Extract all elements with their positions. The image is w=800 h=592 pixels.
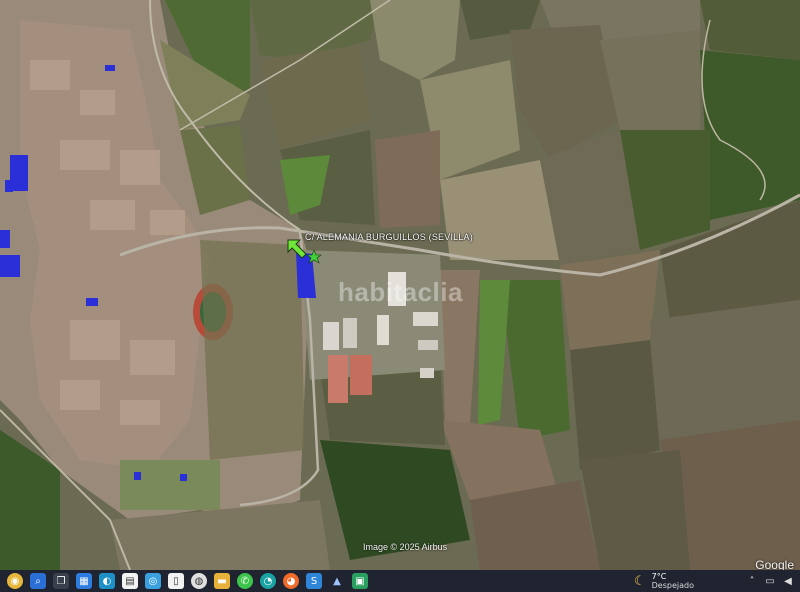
system-tray: ☾ 7°C Despejado ˄ ▭ ◀ [634, 570, 800, 592]
moon-icon: ☾ [633, 573, 646, 589]
app-s-icon[interactable]: S [306, 573, 322, 589]
start-icon[interactable]: ◉ [7, 573, 23, 589]
chevron-up-icon[interactable]: ˄ [746, 575, 758, 587]
app-a-icon[interactable]: ▲ [329, 573, 345, 589]
folder-icon[interactable]: ▬ [214, 573, 230, 589]
browser-icon[interactable]: ◔ [260, 573, 276, 589]
placemark-label[interactable]: C/ ALEMANIA BURGUILLOS (SEVILLA) [305, 232, 473, 242]
whatsapp-icon[interactable]: ✆ [237, 573, 253, 589]
firefox-icon[interactable]: ◕ [283, 573, 299, 589]
volume-icon[interactable]: ◀ [782, 575, 794, 587]
weather-temperature: 7°C [651, 572, 667, 581]
weather-condition: Despejado [651, 581, 694, 590]
edge-icon[interactable]: ▤ [122, 573, 138, 589]
google-logo: Google [755, 558, 794, 570]
placemark-arrow-icon[interactable] [286, 238, 326, 268]
watermark: habitaclia [338, 277, 463, 307]
task-view-icon[interactable]: ❐ [53, 573, 69, 589]
file-explorer-icon[interactable]: ▦ [76, 573, 92, 589]
chrome-icon[interactable]: ◍ [191, 573, 207, 589]
photos-icon[interactable]: ◐ [99, 573, 115, 589]
app-x-icon[interactable]: ▣ [352, 573, 368, 589]
imagery-credit: Image © 2025 Airbus [363, 542, 448, 552]
taskbar: ◉ ⌕ ❐ ▦ ◐ ▤ ◎ ▯ ◍ ▬ ✆ ◔ ◕ S ▲ ▣ ☾ 7°C De… [0, 570, 800, 592]
store-icon[interactable]: ◎ [145, 573, 161, 589]
network-icon[interactable]: ▭ [764, 575, 776, 587]
search-icon[interactable]: ⌕ [30, 573, 46, 589]
document-icon[interactable]: ▯ [168, 573, 184, 589]
satellite-map[interactable]: C/ ALEMANIA BURGUILLOS (SEVILLA) habitac… [0, 0, 800, 570]
weather-widget[interactable]: ☾ 7°C Despejado [634, 572, 694, 590]
placemark-star-icon [306, 249, 322, 264]
